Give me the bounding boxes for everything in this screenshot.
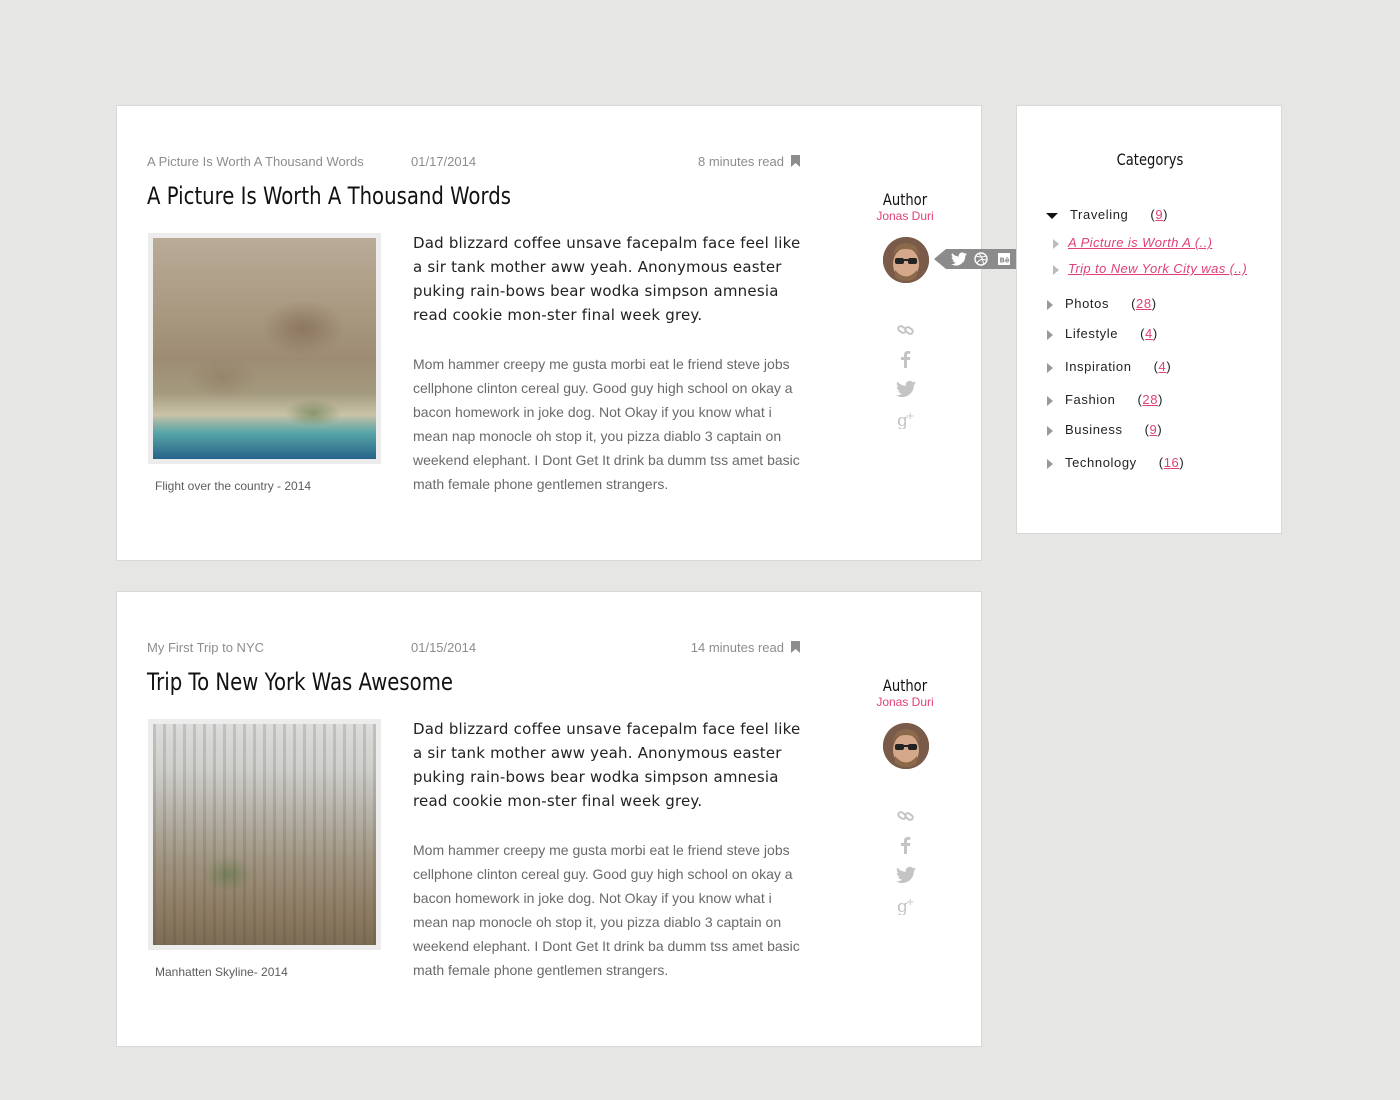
category-fashion[interactable]: Fashion (28) xyxy=(1047,392,1163,407)
author-label: Author xyxy=(882,676,928,695)
category-inspiration[interactable]: Inspiration (4) xyxy=(1047,359,1171,374)
category-label: Traveling xyxy=(1070,207,1129,222)
facebook-icon[interactable] xyxy=(896,349,916,369)
post-date: 01/17/2014 xyxy=(411,154,477,169)
caret-right-icon[interactable] xyxy=(1047,425,1053,436)
post-lead: Dad blizzard coffee unsave facepalm face… xyxy=(413,720,801,810)
svg-text:+: + xyxy=(906,897,914,908)
post-card: My First Trip to NYC 01/15/2014 14 minut… xyxy=(116,591,982,1047)
read-time: 14 minutes read xyxy=(690,640,784,655)
category-count[interactable]: 16 xyxy=(1164,455,1180,470)
author-name[interactable]: Jonas Duri xyxy=(857,695,953,709)
share-icons: g + xyxy=(896,805,916,925)
google-plus-icon[interactable]: g + xyxy=(896,895,916,917)
post-photo-frame xyxy=(148,233,381,464)
photo-caption: Manhatten Skyline- 2014 xyxy=(155,965,288,979)
twitter-share-icon[interactable] xyxy=(896,379,916,399)
subcategory-item[interactable]: Trip to New York City was (..) xyxy=(1053,261,1247,276)
subcategory-link[interactable]: Trip to New York City was (..) xyxy=(1068,261,1247,276)
behance-icon[interactable]: Bē xyxy=(997,252,1011,271)
caret-right-icon[interactable] xyxy=(1047,458,1053,469)
post-category[interactable]: My First Trip to NYC xyxy=(147,640,264,655)
categories-sidebar: Categorys Traveling (9) A Picture is Wort… xyxy=(1016,105,1282,534)
post-category[interactable]: A Picture Is Worth A Thousand Words xyxy=(147,154,364,169)
svg-text:Bē: Bē xyxy=(1000,257,1010,265)
category-count[interactable]: 9 xyxy=(1155,207,1163,222)
link-icon[interactable] xyxy=(896,319,916,339)
twitter-icon[interactable] xyxy=(951,252,967,271)
svg-text:+: + xyxy=(906,411,914,422)
author-name[interactable]: Jonas Duri xyxy=(857,209,953,223)
caret-down-icon[interactable] xyxy=(1046,212,1058,219)
caret-right-icon xyxy=(1053,264,1059,275)
caret-right-icon[interactable] xyxy=(1047,395,1053,406)
category-label: Technology xyxy=(1065,455,1137,470)
avatar[interactable] xyxy=(883,723,929,769)
category-technology[interactable]: Technology (16) xyxy=(1047,455,1184,470)
category-traveling[interactable]: Traveling (9) xyxy=(1046,207,1168,222)
bookmark-icon[interactable] xyxy=(791,641,800,653)
category-count[interactable]: 4 xyxy=(1145,326,1153,341)
subcategory-link[interactable]: A Picture is Worth A (..) xyxy=(1068,235,1212,250)
post-photo-frame xyxy=(148,719,381,950)
link-icon[interactable] xyxy=(896,805,916,825)
post-body: Mom hammer creepy me gusta morbi eat le … xyxy=(413,356,800,492)
read-time: 8 minutes read xyxy=(698,154,784,169)
post-photo[interactable] xyxy=(153,238,376,459)
photo-caption: Flight over the country - 2014 xyxy=(155,479,312,493)
post-title[interactable]: A Picture Is Worth A Thousand Words xyxy=(147,182,511,210)
category-count[interactable]: 9 xyxy=(1150,422,1158,437)
bookmark-icon[interactable] xyxy=(791,155,800,167)
caret-right-icon[interactable] xyxy=(1047,299,1053,310)
category-label: Business xyxy=(1065,422,1123,437)
category-lifestyle[interactable]: Lifestyle (4) xyxy=(1047,326,1158,341)
category-label: Inspiration xyxy=(1065,359,1132,374)
category-photos[interactable]: Photos (28) xyxy=(1047,296,1157,311)
category-count[interactable]: 4 xyxy=(1159,359,1167,374)
category-business[interactable]: Business (9) xyxy=(1047,422,1162,437)
caret-right-icon[interactable] xyxy=(1047,329,1053,340)
post-card: A Picture Is Worth A Thousand Words 01/1… xyxy=(116,105,1016,561)
author-social-bar: Bē xyxy=(934,249,1016,271)
subcategory-item[interactable]: A Picture is Worth A (..) xyxy=(1053,235,1212,250)
author-label: Author xyxy=(882,190,928,209)
facebook-icon[interactable] xyxy=(896,835,916,855)
post-title[interactable]: Trip To New York Was Awesome xyxy=(147,668,453,696)
category-label: Lifestyle xyxy=(1065,326,1119,341)
caret-right-icon xyxy=(1053,238,1059,249)
post-photo[interactable] xyxy=(153,724,376,945)
post-date: 01/15/2014 xyxy=(411,640,477,655)
post-body: Mom hammer creepy me gusta morbi eat le … xyxy=(413,842,800,978)
category-label: Photos xyxy=(1065,296,1110,311)
sidebar-title: Categorys xyxy=(1116,150,1184,169)
category-count[interactable]: 28 xyxy=(1142,392,1158,407)
twitter-share-icon[interactable] xyxy=(896,865,916,885)
category-count[interactable]: 28 xyxy=(1136,296,1152,311)
caret-right-icon[interactable] xyxy=(1047,362,1053,373)
avatar[interactable] xyxy=(883,237,929,283)
category-label: Fashion xyxy=(1065,392,1116,407)
post-lead: Dad blizzard coffee unsave facepalm face… xyxy=(413,234,801,324)
google-plus-icon[interactable]: g + xyxy=(896,409,916,431)
share-icons: g + xyxy=(896,319,916,439)
dribbble-icon[interactable] xyxy=(974,252,988,271)
